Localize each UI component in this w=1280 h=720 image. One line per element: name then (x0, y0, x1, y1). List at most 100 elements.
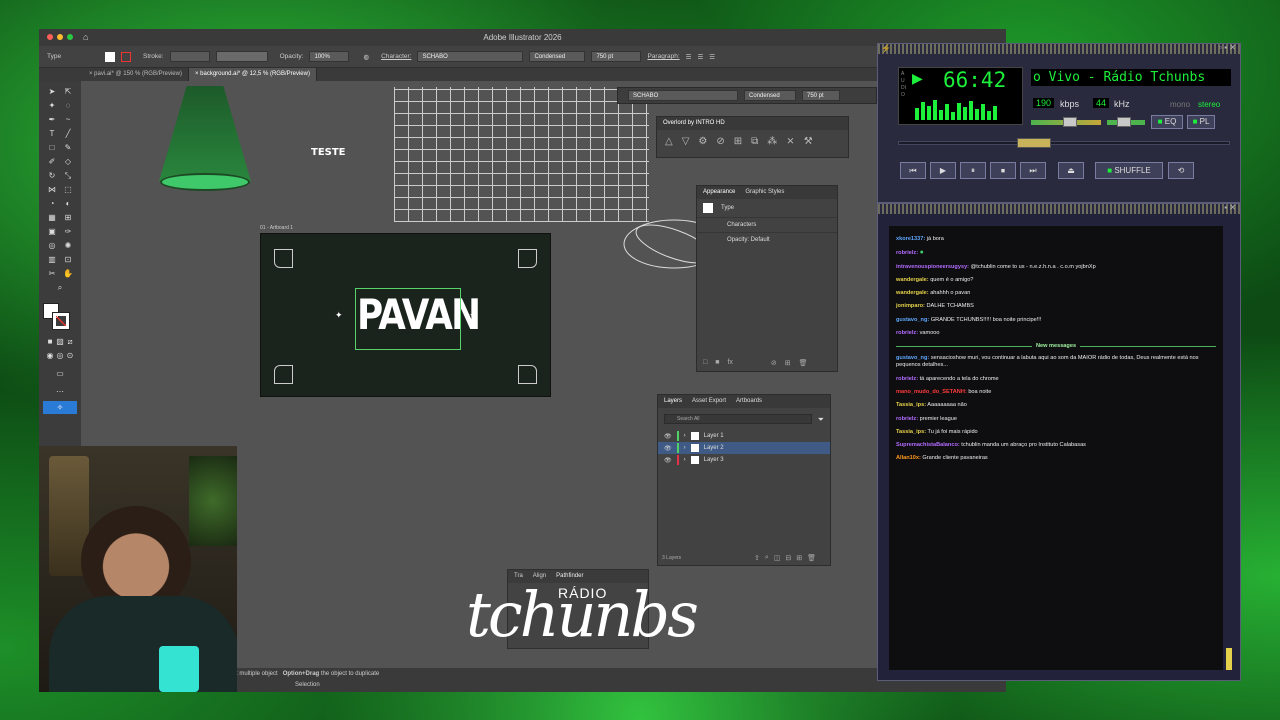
add-fill-icon[interactable]: ■ (715, 359, 719, 367)
tab-appearance[interactable]: Appearance (703, 186, 735, 199)
appearance-type-row[interactable]: Type (697, 199, 837, 218)
selection-tool-icon[interactable]: ➤ (47, 87, 57, 97)
type-tool-icon[interactable]: T (47, 129, 57, 139)
chat-window-controls[interactable]: ▪ ✕ (1224, 203, 1236, 213)
seek-bar[interactable] (898, 138, 1230, 148)
perspective-grid-icon[interactable]: ▦ (47, 213, 57, 223)
overlord-layers-icon[interactable]: ⧉ (751, 136, 758, 147)
repeat-button[interactable]: ⟲ (1168, 162, 1194, 179)
align-left-icon[interactable]: ☰ (686, 53, 692, 61)
live-paint-icon[interactable]: ◐ (63, 199, 73, 209)
more-tools-icon[interactable]: ⋯ (55, 387, 65, 397)
lasso-tool-icon[interactable]: ◌ (63, 101, 73, 111)
align-right-icon[interactable]: ☰ (709, 53, 715, 61)
paragraph-label[interactable]: Paragraph: (647, 53, 679, 60)
overlord-close-icon[interactable]: ⨯ (786, 136, 794, 147)
layer-name[interactable]: Layer 3 (704, 457, 724, 463)
close-window-button[interactable] (47, 34, 53, 40)
grid-object[interactable] (394, 87, 649, 222)
next-button[interactable]: ⏭ (1020, 162, 1046, 179)
delete-layer-icon[interactable]: 🗑 (807, 554, 816, 562)
expand-chevron-icon[interactable]: › (684, 445, 686, 451)
overlord-add-icon[interactable]: ⊞ (734, 136, 742, 147)
duplicate-item-icon[interactable]: ⊞ (785, 359, 791, 367)
chat-username[interactable]: Allan10x: (896, 455, 921, 461)
add-stroke-icon[interactable]: □ (703, 359, 707, 367)
tab-graphic-styles[interactable]: Graphic Styles (745, 186, 784, 199)
gradient-mode-icon[interactable]: ▨ (55, 337, 65, 347)
minimize-window-button[interactable] (57, 34, 63, 40)
blend-tool-icon[interactable]: ◎ (47, 241, 57, 251)
chat-username[interactable]: xkore1337: (896, 236, 925, 242)
appearance-opacity-row[interactable]: Opacity: Default (697, 233, 837, 247)
new-layer-icon[interactable]: ⊞ (796, 554, 802, 562)
overlord-push-icon[interactable]: △ (665, 136, 673, 147)
playlist-button[interactable]: ■ PL (1187, 115, 1215, 129)
font-family-select[interactable]: SCHABO (417, 51, 524, 62)
volume-thumb[interactable] (1063, 117, 1077, 127)
locate-object-icon[interactable]: ⌕ (765, 554, 769, 562)
fx-icon[interactable]: fx (727, 359, 732, 367)
collect-export-icon[interactable]: ⇪ (754, 554, 760, 562)
layer-row[interactable]: 👁 › Layer 1 (658, 430, 830, 442)
tab-pavi[interactable]: × pavi.ai* @ 150 % (RGB/Preview) (83, 68, 189, 81)
chat-username[interactable]: robrielz: (896, 376, 918, 382)
selection-bounding-box[interactable] (355, 288, 461, 350)
eye-icon[interactable]: 👁 (664, 445, 672, 452)
none-mode-icon[interactable]: ⧄ (65, 337, 75, 347)
previous-button[interactable]: ⏮ (900, 162, 926, 179)
stroke-color-icon[interactable] (52, 312, 70, 330)
chat-username[interactable]: Tassia_ips: (896, 402, 926, 408)
chat-username[interactable]: robrielz: (896, 330, 918, 336)
chat-username[interactable]: gustavo_ng: (896, 355, 929, 361)
zoom-tool-icon[interactable]: ⌕ (55, 283, 65, 293)
spotlight-base-ellipse[interactable] (160, 173, 250, 191)
line-tool-icon[interactable]: ╱ (63, 129, 73, 139)
layer-name[interactable]: Layer 2 (704, 445, 724, 451)
overlord-pull-icon[interactable]: ▽ (682, 136, 690, 147)
width-tool-icon[interactable]: ⋈ (47, 185, 57, 195)
artboard-tool-icon[interactable]: ⊡ (63, 255, 73, 265)
slice-tool-icon[interactable]: ✂ (47, 269, 57, 279)
overlord-link-icon[interactable]: ⊘ (716, 136, 724, 147)
chat-username[interactable]: jonimparo: (896, 303, 925, 309)
screen-mode-icon[interactable]: ▭ (55, 369, 65, 379)
eject-button[interactable]: ⏏ (1058, 162, 1084, 179)
teste-text[interactable]: TESTE (311, 147, 346, 158)
layer-row-selected[interactable]: 👁 › Layer 2 (658, 442, 830, 454)
gradient-tool-icon[interactable]: ▣ (47, 227, 57, 237)
rectangle-tool-icon[interactable]: □ (47, 143, 57, 153)
recolor-icon[interactable]: ◍ (363, 53, 369, 61)
type-font-select[interactable]: SCHABO (628, 90, 738, 101)
balance-slider[interactable] (1107, 117, 1145, 127)
new-sublayer-icon[interactable]: ⊟ (785, 554, 791, 562)
chat-username[interactable]: robrielz: (896, 416, 918, 422)
eye-icon[interactable]: 👁 (664, 433, 672, 440)
stroke-swatch[interactable] (121, 51, 131, 62)
layer-row[interactable]: 👁 › Layer 3 (658, 454, 830, 466)
fill-swatch[interactable] (105, 51, 115, 62)
play-button[interactable]: ▶ (930, 162, 956, 179)
tab-artboards[interactable]: Artboards (736, 395, 762, 408)
tab-layers[interactable]: Layers (664, 395, 682, 408)
eye-icon[interactable]: 👁 (664, 457, 672, 464)
shaper-tool-icon[interactable]: ✐ (47, 157, 57, 167)
pen-tool-icon[interactable]: ✒ (47, 115, 57, 125)
paintbrush-tool-icon[interactable]: ✎ (63, 143, 73, 153)
balance-thumb[interactable] (1117, 117, 1131, 127)
direct-selection-tool-icon[interactable]: ⇱ (63, 87, 73, 97)
volume-slider[interactable] (1031, 117, 1101, 127)
chat-titlebar[interactable]: ▪ ✕ (878, 203, 1240, 214)
column-graph-icon[interactable]: ▥ (47, 255, 57, 265)
shape-builder-icon[interactable]: ◔ (47, 199, 57, 209)
expand-chevron-icon[interactable]: › (684, 457, 686, 463)
layers-search-input[interactable]: Search All (664, 414, 812, 424)
chat-username[interactable]: SupremachistaBalanco: (896, 442, 960, 448)
symbol-sprayer-icon[interactable]: ✺ (63, 241, 73, 251)
overlord-settings-icon[interactable]: ⚙ (698, 136, 707, 147)
overlord-tool-icon[interactable]: ⚒ (804, 136, 813, 147)
zoom-window-button[interactable] (67, 34, 73, 40)
font-size-field[interactable]: 750 pt (591, 51, 642, 62)
scale-tool-icon[interactable]: ⤡ (63, 171, 73, 181)
stop-button[interactable]: ⏹ (990, 162, 1016, 179)
